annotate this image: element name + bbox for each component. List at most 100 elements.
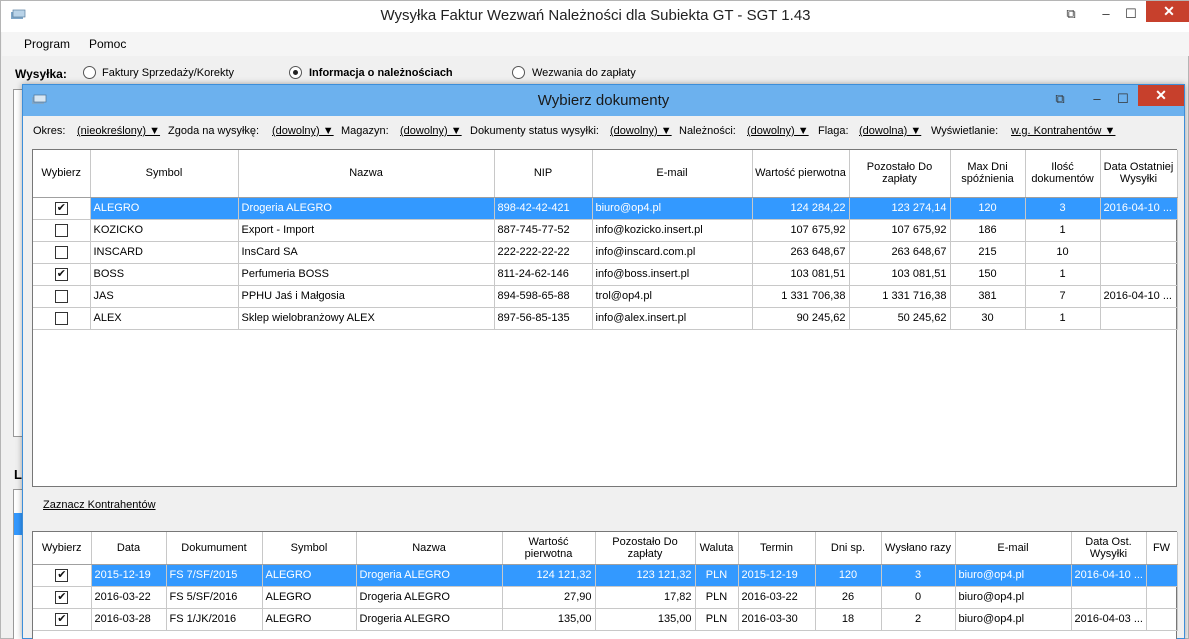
table-row[interactable]: 2016-03-22FS 5/SF/2016ALEGRODrogeria ALE… [33,586,1178,609]
column-header[interactable]: Data Ost. Wysyłki [1071,532,1147,565]
column-header[interactable]: Data Ostatniej Wysyłki [1100,150,1178,198]
column-header[interactable]: FW [1146,532,1178,565]
radio-faktury-label[interactable]: Faktury Sprzedaży/Korekty [102,67,234,79]
table-cell: 135,00 [502,608,596,631]
column-header[interactable]: Wartość pierwotna [502,532,596,565]
column-header[interactable]: Max Dni spóźnienia [950,150,1026,198]
table-row[interactable]: ALEGRODrogeria ALEGRO898-42-42-421biuro@… [33,197,1178,220]
select-checkbox[interactable] [54,245,68,259]
restore-icon[interactable]: ⧉ [1058,4,1084,24]
filter-flaga-label: Flaga: [818,125,849,137]
column-header[interactable]: Termin [738,532,816,565]
table-cell: ALEGRO [262,564,357,587]
table-cell: 7 [1025,285,1101,308]
select-checkbox[interactable] [55,590,69,604]
select-cell[interactable] [33,219,91,242]
dialog-restore-icon[interactable]: ⧉ [1047,89,1073,109]
table-cell: 381 [950,285,1026,308]
column-header[interactable]: Dokumument [166,532,263,565]
table-row[interactable]: KOZICKO Export - Import 887-745-77-52 info@… [33,219,1178,242]
table-row[interactable]: JAS PPHU Jaś i Małgosia 894-598-65-88 trol@… [33,285,1178,308]
table-row[interactable]: ALEX Sklep wielobranżowy ALEX 897-56-85-13… [33,307,1178,330]
filter-flaga-dropdown[interactable]: (dowolna) ▼ [859,125,921,137]
column-header[interactable]: Wybierz [33,532,92,565]
filter-naleznosci-dropdown[interactable]: (dowolny) ▼ [747,125,809,137]
select-checkbox[interactable] [54,289,68,303]
filter-wyswietlanie-dropdown[interactable]: w.g. Kontrahentów ▼ [1011,125,1115,137]
table-cell: 124 121,32 [502,564,596,587]
column-header[interactable]: Ilość dokumentów [1025,150,1101,198]
select-cell[interactable] [33,241,91,264]
table-row[interactable]: 2016-03-28FS 1/JK/2016ALEGRODrogeria ALE… [33,608,1178,631]
table-cell: 120 [950,197,1026,220]
menu-program[interactable]: Program [24,37,70,51]
table-cell: 898-42-42-421 [494,197,593,220]
dialog-maximize-button[interactable]: ☐ [1110,89,1136,109]
filter-magazyn-dropdown[interactable]: (dowolny) ▼ [400,125,462,137]
radio-faktury[interactable] [83,66,96,79]
table-cell: 103 081,51 [849,263,951,286]
minimize-button[interactable]: – [1093,4,1119,24]
select-contractors-link[interactable]: Zaznacz Kontrahentów [43,499,156,511]
table-cell: PLN [695,586,739,609]
table-cell: JAS [90,285,239,308]
column-header[interactable]: Wysłano razy [881,532,956,565]
close-button[interactable]: ✕ [1146,1,1189,22]
column-header[interactable]: Pozostało Do zapłaty [595,532,696,565]
radio-wezwania[interactable] [512,66,525,79]
table-cell: info@alex.insert.pl [592,307,753,330]
column-header[interactable]: Wartość pierwotna [752,150,850,198]
column-header[interactable]: E-mail [955,532,1072,565]
column-header[interactable]: Data [91,532,167,565]
column-header[interactable]: Symbol [90,150,239,198]
select-cell[interactable] [33,586,92,609]
table-cell: 1 331 716,38 [849,285,951,308]
column-header[interactable]: Symbol [262,532,357,565]
column-header[interactable]: Nazwa [238,150,495,198]
filter-status-dropdown[interactable]: (dowolny) ▼ [610,125,672,137]
maximize-button[interactable]: ☐ [1118,4,1144,24]
select-checkbox[interactable] [54,311,68,325]
select-checkbox[interactable] [54,201,68,215]
table-cell [1100,263,1178,286]
menu-pomoc[interactable]: Pomoc [89,37,126,51]
filter-zgoda-dropdown[interactable]: (dowolny) ▼ [272,125,334,137]
select-checkbox[interactable] [54,267,68,281]
table-cell: BOSS [90,263,239,286]
table-row[interactable]: BOSSPerfumeria BOSS811-24-62-146info@bos… [33,263,1178,286]
column-header[interactable]: Pozostało Do zapłaty [849,150,951,198]
filter-okres-dropdown[interactable]: (nieokreślony) ▼ [77,125,160,137]
select-cell[interactable] [33,608,92,631]
select-cell[interactable] [33,307,91,330]
documents-table: Wybierz Data Dokumument Symbol Nazwa War… [33,532,1178,631]
table-row[interactable]: 2015-12-19FS 7/SF/2015ALEGRODrogeria ALE… [33,564,1178,587]
select-checkbox[interactable] [54,223,68,237]
column-header[interactable]: Waluta [695,532,739,565]
radio-wezwania-label[interactable]: Wezwania do zapłaty [532,67,636,79]
dialog-close-button[interactable]: ✕ [1138,85,1184,106]
column-header[interactable]: Dni sp. [815,532,882,565]
table-cell: 897-56-85-135 [494,307,593,330]
column-header[interactable]: NIP [494,150,593,198]
select-cell[interactable] [33,285,91,308]
table-cell: 10 [1025,241,1101,264]
table-cell: 2016-03-30 [738,608,816,631]
radio-informacja-label[interactable]: Informacja o należnościach [309,67,453,79]
select-cell[interactable] [33,197,91,220]
column-header[interactable]: Wybierz [33,150,91,198]
table-cell: 27,90 [502,586,596,609]
radio-informacja[interactable] [289,66,302,79]
select-cell[interactable] [33,564,92,587]
dialog-minimize-button[interactable]: – [1084,89,1110,109]
table-cell: 186 [950,219,1026,242]
column-header[interactable]: E-mail [592,150,753,198]
select-checkbox[interactable] [55,612,69,626]
select-cell[interactable] [33,263,91,286]
table-cell: 263 648,67 [752,241,850,264]
table-row[interactable]: INSCARD InsCard SA 222-222-22-22 info@insca… [33,241,1178,264]
filter-zgoda-label: Zgoda na wysyłkę: [168,125,260,137]
table-cell: 2016-04-10 ... [1071,564,1147,587]
select-checkbox[interactable] [55,568,69,582]
table-cell: 50 245,62 [849,307,951,330]
column-header[interactable]: Nazwa [356,532,503,565]
